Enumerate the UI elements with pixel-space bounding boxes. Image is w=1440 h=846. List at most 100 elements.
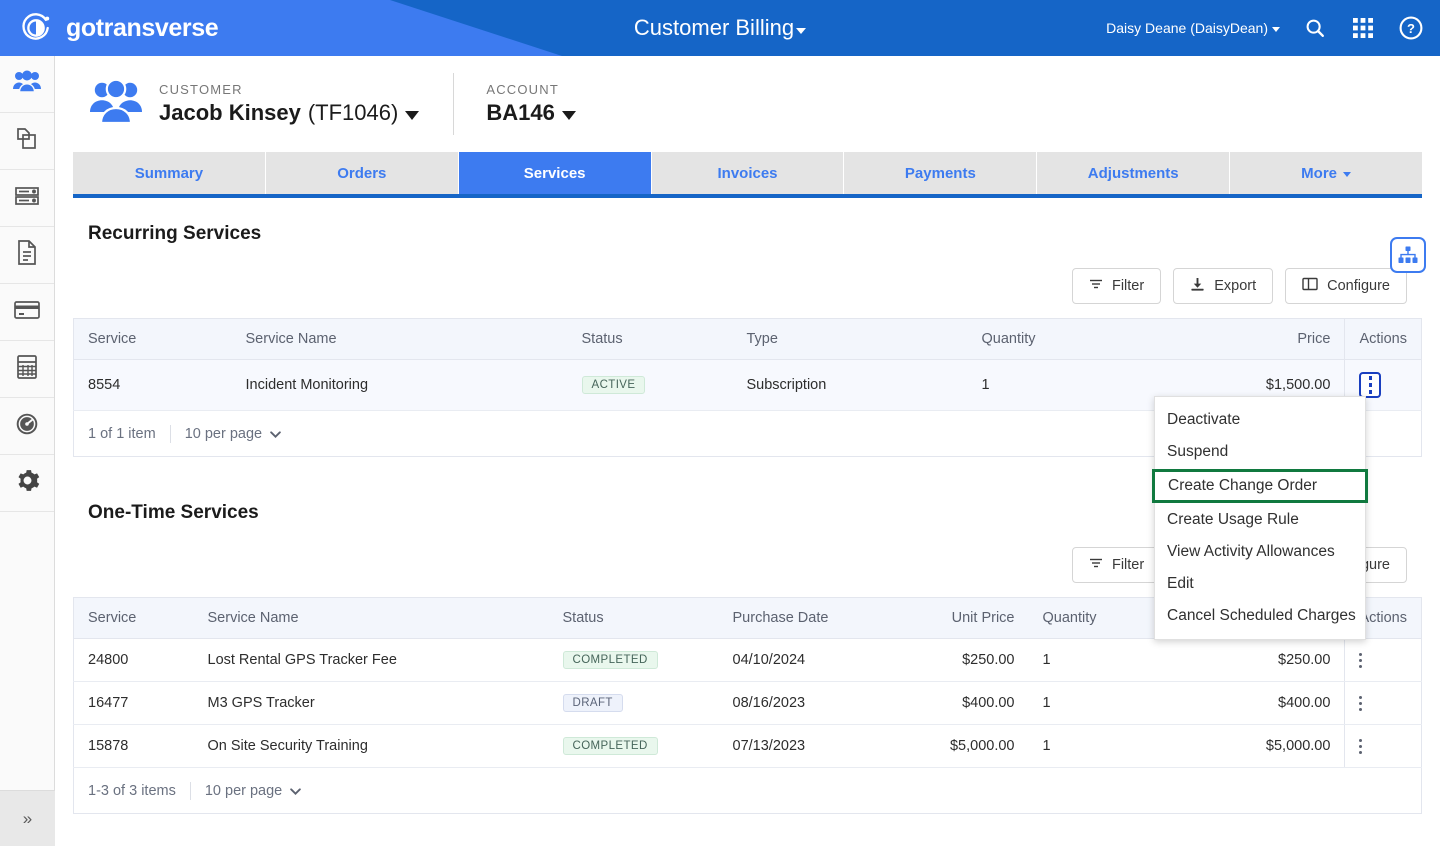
onetime-filter-button[interactable]: Filter <box>1071 547 1162 583</box>
export-download-icon <box>1190 277 1205 296</box>
per-page-selector[interactable]: 10 per page <box>185 426 281 442</box>
tab-label: Invoices <box>717 164 778 182</box>
row-actions-menu-button[interactable] <box>1359 652 1371 668</box>
button-label: Export <box>1214 278 1257 294</box>
sidebar-item-dashboard[interactable] <box>0 398 54 455</box>
account-value: BA146 <box>486 100 555 125</box>
chevron-double-right-icon: » <box>22 808 33 828</box>
cell-service-name: Incident Monitoring <box>231 359 568 411</box>
cell-unit-price: $5,000.00 <box>883 724 1029 768</box>
sidebar-expand-button[interactable]: » <box>0 790 55 846</box>
help-icon[interactable]: ? <box>1398 15 1424 41</box>
row-actions-menu-button[interactable] <box>1359 372 1382 398</box>
status-badge: DRAFT <box>562 694 623 712</box>
sidebar-item-payments[interactable] <box>0 284 54 341</box>
context-bar: CUSTOMER Jacob Kinsey (TF1046) ACCOUNT B… <box>55 56 1440 152</box>
menu-item-cancel-scheduled-charges[interactable]: Cancel Scheduled Charges <box>1155 600 1365 632</box>
tab-adjustments[interactable]: Adjustments <box>1037 152 1231 194</box>
tab-payments[interactable]: Payments <box>844 152 1038 194</box>
menu-item-create-change-order[interactable]: Create Change Order <box>1152 469 1368 503</box>
tab-invoices[interactable]: Invoices <box>651 152 845 194</box>
chevron-down-icon <box>290 783 302 799</box>
sidebar-item-settings[interactable] <box>0 455 54 512</box>
menu-item-edit[interactable]: Edit <box>1155 568 1365 600</box>
cell-purchase-date: 08/16/2023 <box>718 681 884 725</box>
cell-purchase-date: 04/10/2024 <box>718 638 884 682</box>
sidebar-item-orders[interactable] <box>0 113 54 170</box>
search-icon[interactable] <box>1302 15 1328 41</box>
sidebar-item-calculator[interactable] <box>0 341 54 398</box>
configure-columns-icon <box>1302 277 1318 295</box>
status-badge: COMPLETED <box>562 651 658 669</box>
services-server-icon <box>14 185 40 212</box>
per-page-label: 10 per page <box>184 425 263 442</box>
tab-label: Summary <box>134 164 204 182</box>
sidebar-item-customers[interactable] <box>0 56 54 113</box>
filter-icon <box>1089 557 1103 573</box>
customer-selector[interactable]: Jacob Kinsey (TF1046) <box>159 100 420 126</box>
menu-item-deactivate[interactable]: Deactivate <box>1155 404 1365 436</box>
pagination-divider <box>169 424 171 443</box>
sidebar-item-invoices[interactable] <box>0 227 54 284</box>
account-selector[interactable]: BA146 <box>486 100 576 126</box>
chevron-down-icon <box>405 110 420 120</box>
col-purchase-date: Purchase Date <box>718 597 884 639</box>
filter-icon <box>1089 278 1103 294</box>
menu-item-view-activity-allowances[interactable]: View Activity Allowances <box>1155 536 1365 568</box>
tab-bar: Summary Orders Services Invoices Payment… <box>73 152 1423 198</box>
tab-label: Services <box>523 164 586 182</box>
tab-label: Orders <box>337 164 387 182</box>
recurring-export-button[interactable]: Export <box>1173 268 1274 304</box>
user-menu[interactable]: Daisy Deane (DaisyDean) <box>1106 20 1280 36</box>
col-service-name: Service Name <box>193 597 549 639</box>
hierarchy-icon[interactable] <box>1390 237 1426 273</box>
cell-status: COMPLETED <box>548 724 719 768</box>
table-head: Service Service Name Status Type Quantit… <box>73 318 1422 360</box>
menu-item-suspend[interactable]: Suspend <box>1155 436 1365 468</box>
pagination-divider <box>189 781 191 800</box>
row-actions-dropdown-menu: Deactivate Suspend Create Change Order C… <box>1152 396 1368 640</box>
customer-avatar-icon <box>89 78 159 130</box>
sidebar-item-services[interactable] <box>0 170 54 227</box>
tab-more[interactable]: More <box>1230 152 1423 194</box>
orders-copy-icon <box>14 126 40 157</box>
col-price: Price <box>1147 318 1345 360</box>
tab-summary[interactable]: Summary <box>73 152 266 194</box>
header-right-controls: Daisy Deane (DaisyDean) ? <box>1106 0 1424 56</box>
col-quantity: Quantity <box>967 318 1148 360</box>
cell-actions <box>1344 681 1422 725</box>
tab-label: Payments <box>904 164 976 182</box>
account-label: ACCOUNT <box>486 82 560 97</box>
button-label: Filter <box>1111 557 1145 573</box>
apps-grid-icon[interactable] <box>1350 15 1376 41</box>
tab-services[interactable]: Services <box>458 152 652 194</box>
col-service-name: Service Name <box>231 318 568 360</box>
cell-status: ACTIVE <box>567 359 733 411</box>
cell-unit-price: $250.00 <box>883 638 1029 682</box>
row-actions-menu-button[interactable] <box>1359 738 1371 754</box>
invoices-document-icon <box>15 239 39 271</box>
per-page-selector[interactable]: 10 per page <box>205 783 302 799</box>
table-row[interactable]: 16477 M3 GPS Tracker DRAFT 08/16/2023 $4… <box>73 681 1422 725</box>
cell-actions <box>1344 724 1422 768</box>
recurring-configure-button[interactable]: Configure <box>1285 268 1407 304</box>
menu-item-create-usage-rule[interactable]: Create Usage Rule <box>1155 504 1365 536</box>
brand-logo[interactable]: gotransverse <box>18 0 219 56</box>
settings-gear-icon <box>15 468 40 498</box>
recurring-filter-button[interactable]: Filter <box>1071 268 1162 304</box>
onetime-pagination: 1-3 of 3 items 10 per page <box>73 768 1422 814</box>
circular-arrow-logo-icon <box>18 10 54 46</box>
tab-orders[interactable]: Orders <box>265 152 459 194</box>
button-label: Configure <box>1327 278 1390 294</box>
dashboard-gauge-icon <box>14 411 40 442</box>
app-title-dropdown[interactable]: Customer Billing <box>633 15 807 41</box>
brand-logo-text: gotransverse <box>66 13 219 42</box>
row-actions-menu-button[interactable] <box>1359 695 1371 711</box>
pagination-count: 1-3 of 3 items <box>88 782 176 799</box>
cell-type: Subscription <box>732 359 968 411</box>
table-row[interactable]: 24800 Lost Rental GPS Tracker Fee COMPLE… <box>73 638 1422 682</box>
app-title-text: Customer Billing <box>633 15 795 40</box>
cell-status: COMPLETED <box>548 638 719 682</box>
main-content: CUSTOMER Jacob Kinsey (TF1046) ACCOUNT B… <box>55 56 1440 846</box>
table-row[interactable]: 15878 On Site Security Training COMPLETE… <box>73 724 1422 768</box>
